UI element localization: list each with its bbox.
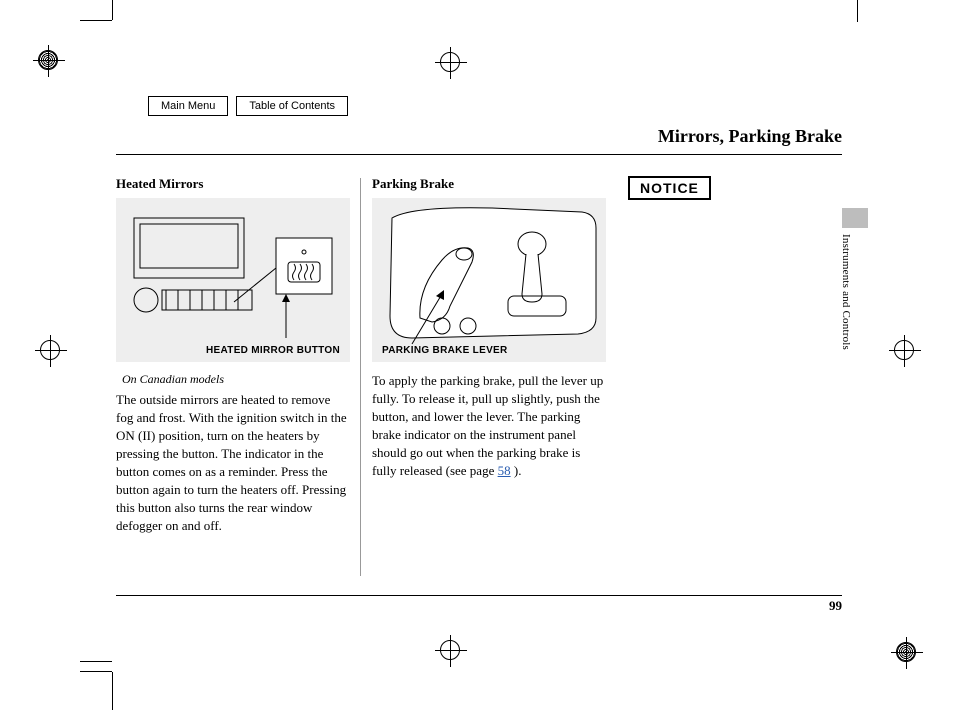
body-text-parking-brake: To apply the parking brake, pull the lev…	[372, 372, 606, 480]
crop-mark	[80, 671, 112, 672]
column-parking-brake: Parking Brake PARKING BRAKE LEVER To app…	[372, 176, 606, 480]
body-text-segment: To apply the parking brake, pull the lev…	[372, 373, 603, 478]
figure-caption: PARKING BRAKE LEVER	[372, 345, 606, 356]
model-note: On Canadian models	[122, 372, 350, 387]
body-text-heated-mirrors: The outside mirrors are heated to remove…	[116, 391, 350, 535]
page-reference-link[interactable]: 58	[498, 463, 511, 478]
footer-rule	[116, 595, 842, 596]
page-number: 99	[829, 598, 842, 614]
section-tab	[842, 208, 868, 228]
page-title: Mirrors, Parking Brake	[658, 126, 842, 147]
figure-caption: HEATED MIRROR BUTTON	[116, 345, 350, 356]
column-notice: NOTICE	[628, 176, 838, 200]
column-heated-mirrors: Heated Mirrors	[116, 176, 350, 535]
crop-mark	[80, 20, 112, 21]
title-rule	[116, 154, 842, 155]
registration-mark-icon	[894, 340, 914, 360]
notice-label: NOTICE	[628, 176, 711, 200]
column-divider	[360, 178, 361, 576]
body-text-segment: ).	[511, 463, 522, 478]
parking-brake-illustration-icon	[372, 198, 606, 362]
crop-mark	[112, 672, 113, 710]
figure-parking-brake-lever: PARKING BRAKE LEVER	[372, 198, 606, 362]
main-menu-button[interactable]: Main Menu	[148, 96, 228, 116]
registration-mark-icon	[40, 340, 60, 360]
crop-mark	[857, 0, 858, 22]
registration-mark-icon	[38, 50, 58, 70]
dashboard-illustration-icon	[116, 198, 350, 362]
figure-heated-mirror-button: HEATED MIRROR BUTTON	[116, 198, 350, 362]
crop-mark	[112, 0, 113, 20]
toc-button[interactable]: Table of Contents	[236, 96, 348, 116]
heading-heated-mirrors: Heated Mirrors	[116, 176, 350, 192]
registration-mark-icon	[440, 640, 460, 660]
heading-parking-brake: Parking Brake	[372, 176, 606, 192]
registration-mark-icon	[896, 642, 916, 662]
registration-mark-icon	[440, 52, 460, 72]
nav-bar: Main Menu Table of Contents	[148, 96, 348, 116]
section-label: Instruments and Controls	[840, 234, 852, 350]
crop-mark	[80, 661, 112, 662]
